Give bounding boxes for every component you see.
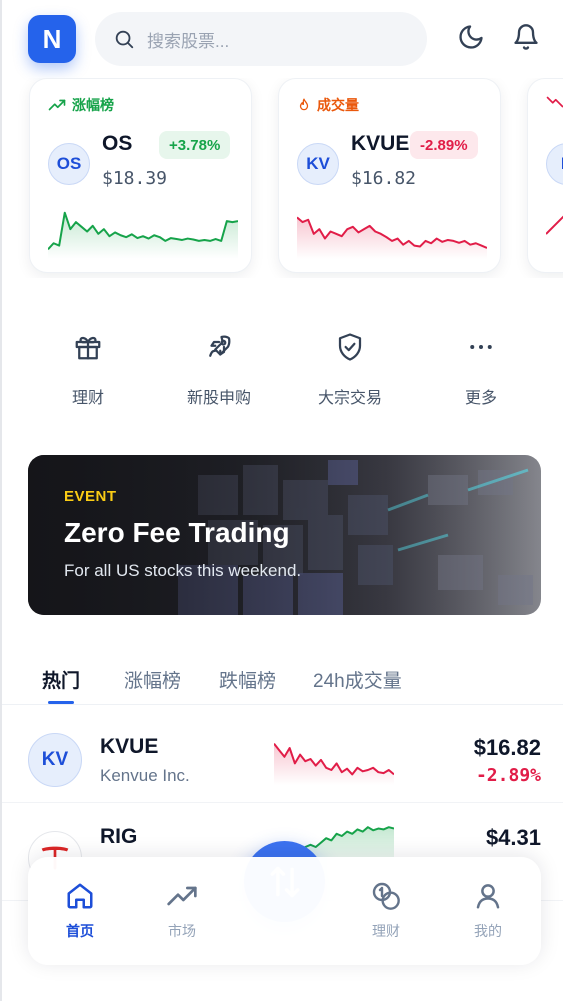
quick-actions: 理财 新股申购 大宗交易 更多 — [2, 330, 563, 420]
stock-card-kvue[interactable]: 成交量 KV KVUE $16.82 -2.89% — [278, 78, 501, 273]
change-badge: +3.78% — [159, 131, 231, 159]
stock-card-partial[interactable]: N — [527, 78, 563, 273]
user-icon — [471, 879, 505, 913]
shield-check-icon — [333, 330, 367, 364]
top-header: N 搜索股票... — [2, 0, 563, 78]
search-bar[interactable]: 搜索股票... — [95, 12, 427, 66]
card-tag: 涨幅榜 — [48, 95, 114, 115]
sparkline-area — [274, 743, 394, 785]
tab-losers[interactable]: 跌幅榜 — [219, 666, 276, 693]
stock-price: $18.39 — [102, 168, 168, 189]
stock-avatar: KV — [297, 143, 339, 185]
app-logo[interactable]: N — [28, 15, 76, 63]
coins-icon — [369, 879, 403, 913]
card-sparkline — [48, 211, 238, 259]
stock-name: Kenvue Inc. — [100, 766, 190, 785]
stock-change: -2.89% — [475, 765, 541, 786]
card-tag: 成交量 — [297, 95, 359, 115]
action-block-trade[interactable]: 大宗交易 — [295, 330, 405, 408]
nav-market[interactable]: 市场 — [142, 879, 222, 941]
nav-home[interactable]: 首页 — [40, 879, 120, 941]
stock-symbol: KVUE — [100, 735, 159, 758]
stock-symbol: RIG — [100, 825, 138, 848]
stock-symbol: OS — [102, 132, 133, 155]
row-sparkline — [274, 742, 394, 785]
tab-hot[interactable]: 热门 — [42, 666, 80, 693]
nav-wealth[interactable]: 理财 — [346, 879, 426, 941]
home-icon — [63, 879, 97, 913]
search-placeholder: 搜索股票... — [147, 31, 230, 51]
gift-icon — [71, 330, 105, 364]
action-wealth[interactable]: 理财 — [33, 330, 143, 408]
change-badge: -2.89% — [410, 131, 478, 159]
trending-down-icon — [546, 96, 563, 108]
stock-symbol: KVUE — [351, 132, 410, 155]
stock-price: $16.82 — [351, 168, 417, 189]
banner-title: Zero Fee Trading — [64, 517, 290, 548]
stock-card-os[interactable]: 涨幅榜 OS OS $18.39 +3.78% — [29, 78, 252, 273]
more-dots-icon — [464, 330, 498, 364]
search-icon — [115, 30, 134, 49]
bottom-nav: 首页 市场 理财 我的 — [28, 857, 541, 965]
list-item[interactable]: KV KVUE Kenvue Inc. $16.82 -2.89% — [2, 705, 563, 803]
promo-banner[interactable]: EVENT Zero Fee Trading For all US stocks… — [28, 455, 541, 615]
stock-avatar: OS — [48, 143, 90, 185]
stock-price: $16.82 — [473, 735, 541, 760]
card-sparkline — [546, 215, 563, 235]
list-tabs: 热门 涨幅榜 跌幅榜 24h成交量 — [2, 650, 563, 705]
active-tab-indicator — [48, 701, 74, 704]
nav-profile[interactable]: 我的 — [448, 879, 528, 941]
stock-avatar: N — [546, 143, 563, 185]
trending-up-icon — [48, 99, 66, 111]
action-more[interactable]: 更多 — [426, 330, 536, 408]
bell-icon[interactable] — [511, 22, 541, 52]
stock-avatar: KV — [28, 733, 82, 787]
action-ipo[interactable]: 新股申购 — [164, 330, 274, 408]
moon-icon[interactable] — [456, 22, 486, 52]
banner-event-tag: EVENT — [64, 488, 117, 505]
banner-subtitle: For all US stocks this weekend. — [64, 561, 302, 580]
card-tag — [546, 95, 563, 109]
fire-icon — [299, 98, 309, 111]
tab-volume[interactable]: 24h成交量 — [313, 666, 402, 693]
tab-gainers[interactable]: 涨幅榜 — [124, 666, 181, 693]
card-sparkline — [297, 216, 487, 259]
market-trend-icon — [165, 879, 199, 913]
stock-cards-carousel[interactable]: 涨幅榜 OS OS $18.39 +3.78% 成交量 KV KVUE $16.… — [2, 78, 563, 278]
rocket-icon — [202, 330, 236, 364]
stock-price: $4.31 — [485, 825, 541, 850]
